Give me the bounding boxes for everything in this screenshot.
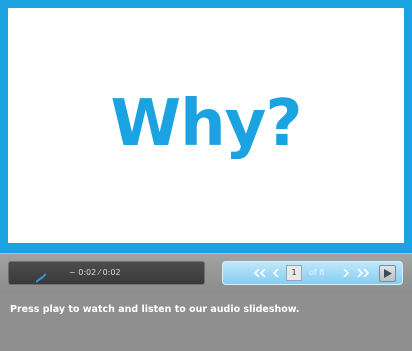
first-slide-button[interactable] [253, 266, 267, 280]
slide-navigation: 1 of 8 [222, 261, 403, 285]
player-control-bar: ~ 0:02 ⁄ 0:02 1 of 8 [0, 253, 412, 293]
slide-frame: Why? [0, 0, 412, 253]
play-button[interactable] [379, 265, 396, 282]
slide-viewport: Why? [8, 8, 404, 243]
play-icon [384, 269, 392, 278]
audio-wave-icon [35, 268, 47, 283]
page-total: of 8 [309, 268, 325, 277]
double-chevron-left-icon [254, 269, 266, 277]
chevron-right-icon [343, 269, 349, 277]
previous-slide-button[interactable] [271, 266, 281, 280]
next-slide-button[interactable] [341, 266, 351, 280]
time-display: ~ 0:02 ⁄ 0:02 [69, 268, 121, 277]
slide-title: Why? [110, 86, 303, 161]
double-chevron-right-icon [357, 269, 369, 277]
chevron-left-icon [273, 269, 279, 277]
slideshow-caption: Press play to watch and listen to our au… [10, 304, 300, 315]
page-number-input[interactable]: 1 [286, 265, 302, 281]
last-slide-button[interactable] [356, 266, 370, 280]
audio-panel: ~ 0:02 ⁄ 0:02 [8, 261, 205, 285]
